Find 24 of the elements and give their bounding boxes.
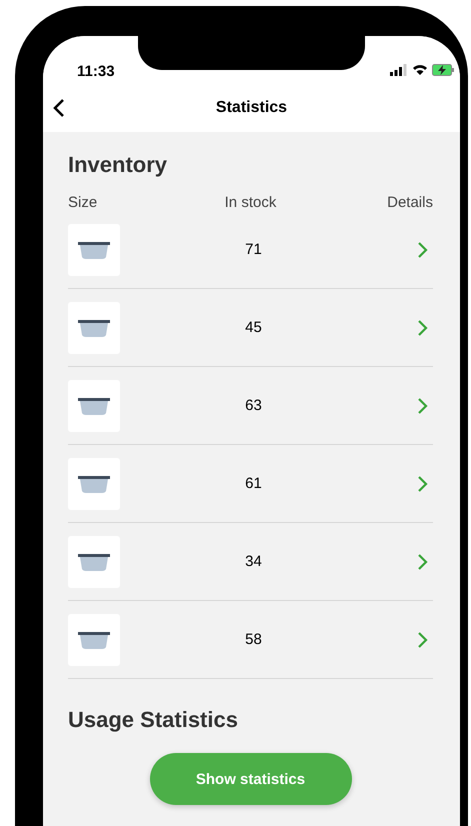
chevron-right-icon[interactable] [417,318,429,336]
section-heading: Inventory [68,151,168,179]
wifi-icon [412,64,428,76]
battery-charging-icon [432,64,454,76]
back-icon[interactable] [53,98,65,118]
chevron-right-icon[interactable] [417,552,429,570]
screen-title: Statistics [216,99,288,117]
column-header: In stock [224,194,278,211]
stock-count: 61 [244,475,263,492]
stock-count: 58 [244,631,263,648]
status-time: 11:33 [77,63,115,82]
stock-count: 45 [244,319,263,336]
stock-count: 71 [244,241,263,258]
show-statistics-button[interactable]: Show statistics [150,753,352,805]
chevron-right-icon[interactable] [417,396,429,414]
stock-count: 63 [244,397,263,414]
chevron-right-icon[interactable] [417,474,429,492]
chevron-right-icon[interactable] [417,240,429,258]
stock-count: 34 [244,553,263,570]
signal-icon [390,64,408,76]
chevron-right-icon[interactable] [417,630,429,648]
section-heading: Usage Statistics [68,706,239,734]
column-header: Size [68,194,98,211]
column-header: Details [386,194,433,211]
